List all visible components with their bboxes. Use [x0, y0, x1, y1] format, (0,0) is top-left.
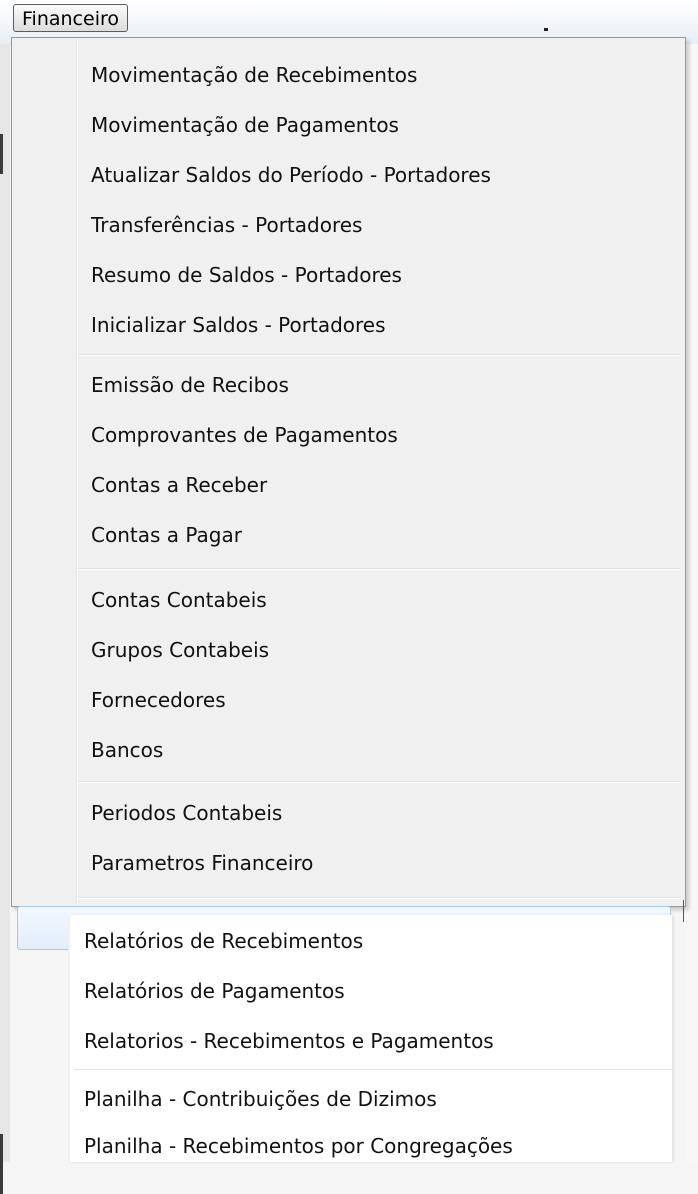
- menu-separator: [78, 781, 681, 783]
- menu-item-contas-contabeis[interactable]: Contas Contabeis: [12, 576, 683, 624]
- menu-item-bancos[interactable]: Bancos: [12, 726, 683, 774]
- submenu-item-relatorios-pagamentos[interactable]: Relatórios de Pagamentos: [68, 967, 672, 1015]
- menu-item-fornecedores[interactable]: Fornecedores: [12, 676, 683, 724]
- menu-item-inicializar-saldos[interactable]: Inicializar Saldos - Portadores: [12, 301, 683, 349]
- menu-separator: [78, 568, 681, 570]
- menu-item-label: Movimentação de Pagamentos: [91, 113, 399, 137]
- menubar-mark: [544, 28, 548, 31]
- background-mark: [0, 134, 3, 174]
- menu-item-movimentacao-recebimentos[interactable]: Movimentação de Recebimentos: [12, 51, 683, 99]
- menu-item-label: Comprovantes de Pagamentos: [91, 423, 398, 447]
- menu-item-label: Contas a Receber: [91, 473, 268, 497]
- menu-item-label: Contas a Pagar: [91, 523, 242, 547]
- menu-item-label: Parametros Financeiro: [91, 851, 314, 875]
- menu-item-resumo-saldos[interactable]: Resumo de Saldos - Portadores: [12, 251, 683, 299]
- submenu-item-relatorios-recebimentos-pagamentos[interactable]: Relatorios - Recebimentos e Pagamentos: [68, 1017, 672, 1065]
- menu-item-contas-receber[interactable]: Contas a Receber: [12, 461, 683, 509]
- menu-item-label: Periodos Contabeis: [91, 801, 283, 825]
- menu-item-emissao-recibos[interactable]: Emissão de Recibos: [12, 361, 683, 409]
- submenu-item-planilha-congregacoes[interactable]: Planilha - Recebimentos por Congregações: [68, 1122, 672, 1170]
- menu-item-label: Emissão de Recibos: [91, 373, 289, 397]
- submenu-item-label: Planilha - Contribuições de Dizimos: [84, 1087, 437, 1111]
- menu-item-atualizar-saldos-periodo[interactable]: Atualizar Saldos do Período - Portadores: [12, 151, 683, 199]
- background-window-edge: [0, 44, 10, 1194]
- menu-item-label: Atualizar Saldos do Período - Portadores: [91, 163, 491, 187]
- background-mark: [0, 1134, 3, 1194]
- submenu-item-label: Relatórios de Recebimentos: [84, 929, 364, 953]
- menu-item-label: Grupos Contabeis: [91, 638, 270, 662]
- submenu-separator: [74, 1069, 672, 1071]
- menu-item-transferencias[interactable]: Transferências - Portadores: [12, 201, 683, 249]
- menu-item-label: Bancos: [91, 738, 164, 762]
- financeiro-dropdown-menu: Movimentação de Recebimentos Movimentaçã…: [11, 37, 686, 907]
- relatorios-submenu: Relatórios de Recebimentos Relatórios de…: [68, 915, 672, 1162]
- menu-item-parametros-financeiro[interactable]: Parametros Financeiro: [12, 839, 683, 887]
- menu-separator: [78, 354, 681, 356]
- menu-item-contas-pagar[interactable]: Contas a Pagar: [12, 511, 683, 559]
- menu-item-label: Fornecedores: [91, 688, 226, 712]
- menu-item-label: Transferências - Portadores: [91, 213, 363, 237]
- submenu-item-planilha-dizimos[interactable]: Planilha - Contribuições de Dizimos: [68, 1075, 672, 1123]
- menu-item-periodos-contabeis[interactable]: Periodos Contabeis: [12, 789, 683, 837]
- menu-item-movimentacao-pagamentos[interactable]: Movimentação de Pagamentos: [12, 101, 683, 149]
- menu-item-label: Contas Contabeis: [91, 588, 267, 612]
- menu-separator: [78, 897, 681, 899]
- submenu-indicator: [683, 900, 684, 922]
- submenu-item-label: Planilha - Recebimentos por Congregações: [84, 1134, 513, 1158]
- menu-item-label: Movimentação de Recebimentos: [91, 63, 418, 87]
- menu-item-label: Inicializar Saldos - Portadores: [91, 313, 386, 337]
- menu-item-label: Resumo de Saldos - Portadores: [91, 263, 402, 287]
- submenu-item-label: Relatórios de Pagamentos: [84, 979, 345, 1003]
- menu-financeiro[interactable]: Financeiro: [13, 4, 128, 32]
- submenu-item-label: Relatorios - Recebimentos e Pagamentos: [84, 1029, 494, 1053]
- background-window-edge-right: [686, 44, 698, 1162]
- submenu-item-relatorios-recebimentos[interactable]: Relatórios de Recebimentos: [68, 917, 672, 965]
- menu-item-grupos-contabeis[interactable]: Grupos Contabeis: [12, 626, 683, 674]
- menu-item-comprovantes-pagamentos[interactable]: Comprovantes de Pagamentos: [12, 411, 683, 459]
